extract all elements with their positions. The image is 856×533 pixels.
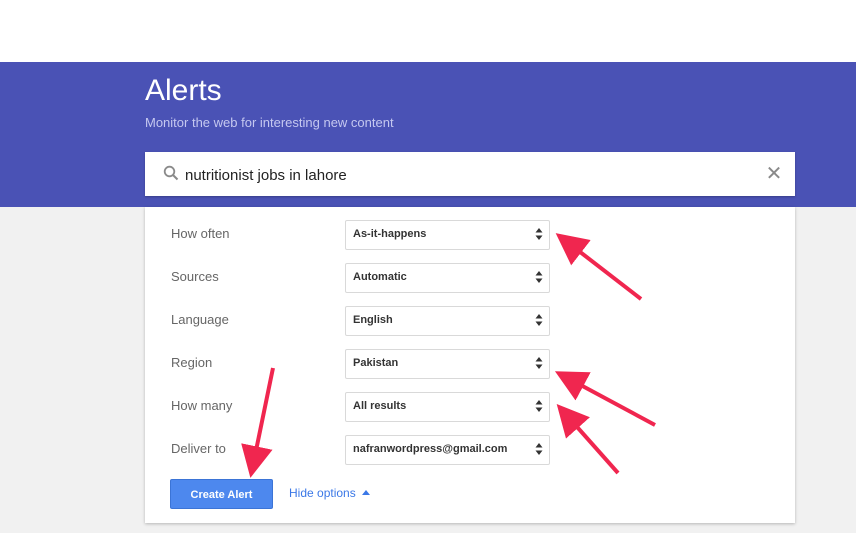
select-arrows-icon — [535, 400, 543, 412]
alert-options-panel: How often As-it-happens Sources Automati… — [145, 207, 795, 523]
select-value: All results — [353, 400, 407, 412]
deliver-to-select[interactable]: nafranwordpress@gmail.com — [345, 435, 550, 465]
select-value: As-it-happens — [353, 228, 427, 240]
select-value: Automatic — [353, 271, 407, 283]
region-select[interactable]: Pakistan — [345, 349, 550, 379]
language-select[interactable]: English — [345, 306, 550, 336]
top-bar — [0, 0, 856, 62]
select-arrows-icon — [535, 357, 543, 369]
option-row-how-often: How often As-it-happens — [145, 220, 795, 250]
select-arrows-icon — [535, 228, 543, 240]
hide-options-link[interactable]: Hide options — [289, 486, 370, 500]
option-label: Sources — [171, 269, 219, 284]
option-row-sources: Sources Automatic — [145, 263, 795, 293]
option-label: Region — [171, 355, 213, 370]
create-alert-button[interactable]: Create Alert — [170, 479, 273, 509]
page-title: Alerts — [145, 74, 222, 107]
close-icon[interactable]: ✕ — [763, 163, 785, 185]
option-label: How often — [171, 226, 230, 241]
option-row-region: Region Pakistan — [145, 349, 795, 379]
option-row-how-many: How many All results — [145, 392, 795, 422]
select-arrows-icon — [535, 314, 543, 326]
hide-options-label: Hide options — [289, 486, 356, 500]
how-often-select[interactable]: As-it-happens — [345, 220, 550, 250]
select-arrows-icon — [535, 443, 543, 455]
how-many-select[interactable]: All results — [345, 392, 550, 422]
page-subtitle: Monitor the web for interesting new cont… — [145, 115, 394, 130]
option-row-language: Language English — [145, 306, 795, 336]
select-arrows-icon — [535, 271, 543, 283]
search-box[interactable]: nutritionist jobs in lahore ✕ — [145, 152, 795, 196]
select-value: nafranwordpress@gmail.com — [353, 443, 508, 455]
select-value: Pakistan — [353, 357, 399, 369]
select-value: English — [353, 314, 393, 326]
option-label: Deliver to — [171, 441, 226, 456]
search-input[interactable]: nutritionist jobs in lahore — [185, 152, 347, 196]
sources-select[interactable]: Automatic — [345, 263, 550, 293]
option-label: Language — [171, 312, 229, 327]
option-row-deliver-to: Deliver to nafranwordpress@gmail.com — [145, 435, 795, 465]
option-label: How many — [171, 398, 233, 413]
caret-up-icon — [361, 490, 370, 495]
search-icon — [163, 165, 179, 181]
